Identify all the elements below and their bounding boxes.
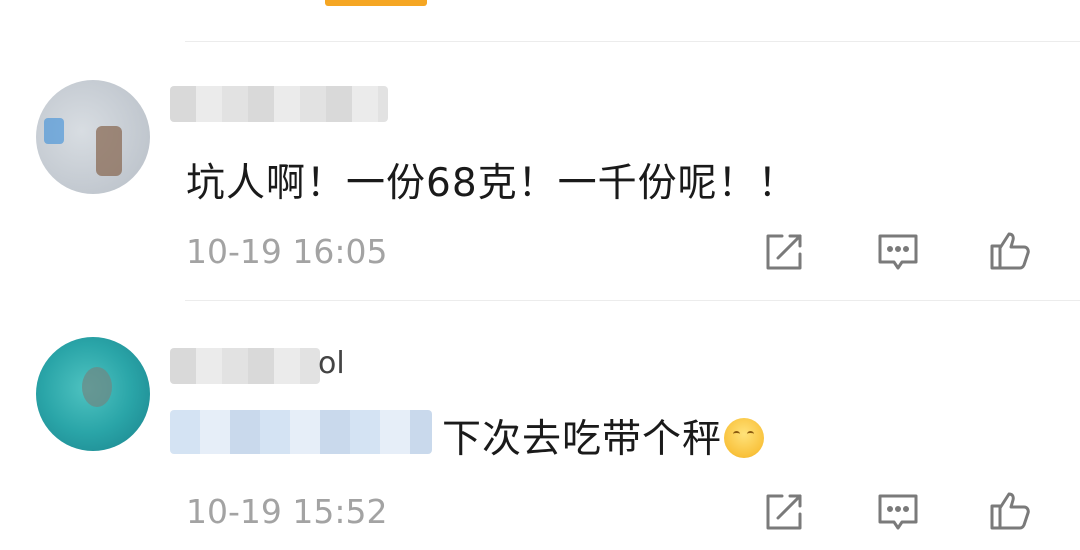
avatar[interactable] (36, 80, 150, 194)
username-visible-part[interactable]: ol (318, 346, 345, 381)
avatar[interactable] (36, 337, 150, 451)
comment-text: 下次去吃带个秤 (442, 408, 765, 464)
comment-icon (878, 234, 918, 270)
like-button[interactable] (986, 486, 1034, 534)
username-blurred[interactable] (170, 86, 388, 122)
comment-icon (878, 494, 918, 530)
active-tab-indicator (325, 0, 427, 6)
top-divider (185, 41, 1080, 42)
comment-timestamp: 10-19 15:52 (186, 492, 388, 531)
comment-divider (185, 300, 1080, 301)
comment-timestamp: 10-19 16:05 (186, 232, 388, 271)
like-icon (990, 492, 1030, 530)
comment-text: 坑人啊！一份68克！一千份呢！！ (186, 161, 798, 206)
repost-button[interactable] (760, 228, 808, 276)
repost-icon (766, 234, 802, 270)
yawn-emoji-icon (724, 418, 765, 458)
comment-text-blurred (170, 410, 432, 454)
like-button[interactable] (986, 226, 1034, 274)
comment-button[interactable] (874, 488, 922, 536)
repost-button[interactable] (760, 488, 808, 536)
like-icon (990, 232, 1030, 270)
comment-text-visible: 下次去吃带个秤 (442, 417, 723, 462)
comment-button[interactable] (874, 228, 922, 276)
username-blurred[interactable] (170, 348, 320, 384)
repost-icon (766, 494, 802, 530)
